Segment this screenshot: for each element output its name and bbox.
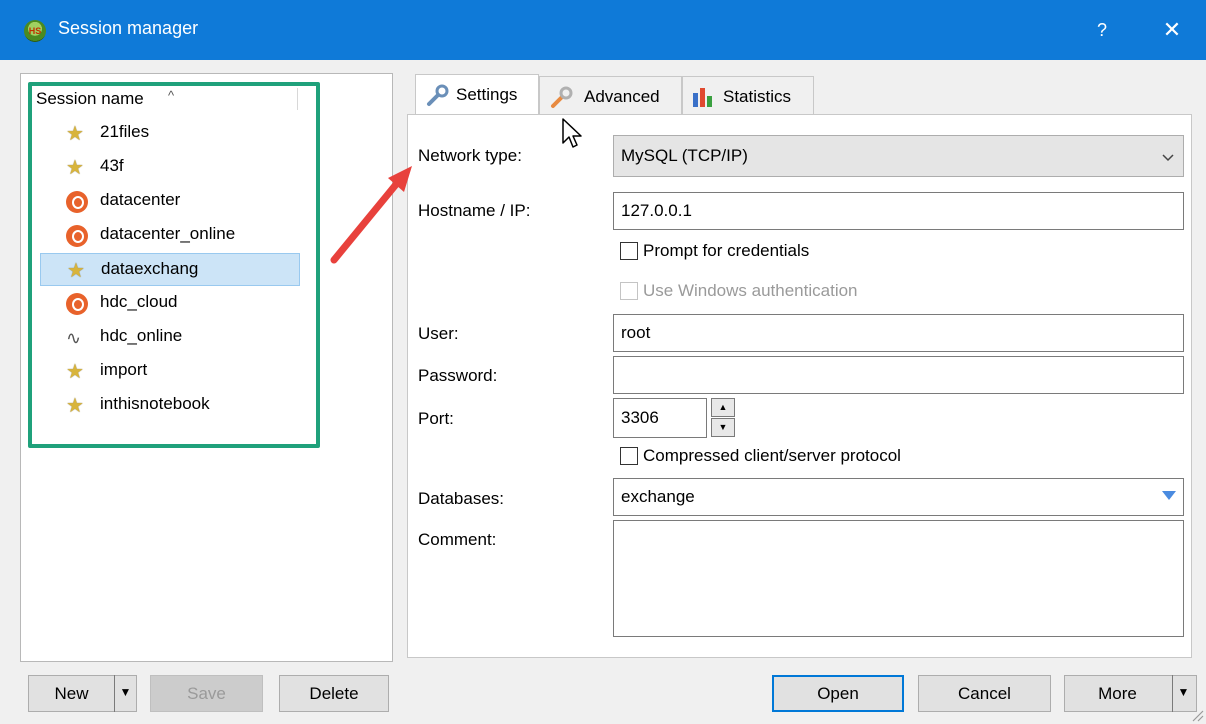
user-input[interactable]: root xyxy=(613,314,1184,352)
new-dropdown-arrow-icon[interactable]: ▼ xyxy=(114,675,136,712)
network-type-value: MySQL (TCP/IP) xyxy=(621,146,748,165)
help-button[interactable]: ? xyxy=(1086,14,1118,46)
databases-value: exchange xyxy=(621,487,695,506)
comment-textarea[interactable] xyxy=(613,520,1184,637)
comment-label: Comment: xyxy=(418,530,497,549)
window-title: Session manager xyxy=(58,18,199,38)
open-button[interactable]: Open xyxy=(772,675,904,712)
tab-statistics-label: Statistics xyxy=(723,87,792,106)
resize-grip-icon[interactable] xyxy=(1190,708,1204,722)
prompt-credentials-checkbox[interactable] xyxy=(620,242,638,260)
port-value: 3306 xyxy=(621,408,659,427)
cancel-button[interactable]: Cancel xyxy=(918,675,1051,712)
tab-advanced[interactable]: Advanced xyxy=(539,76,682,115)
compressed-protocol-checkbox[interactable] xyxy=(620,447,638,465)
network-type-select[interactable]: MySQL (TCP/IP) xyxy=(613,135,1184,177)
spin-down-button[interactable]: ▼ xyxy=(711,418,735,437)
port-label: Port: xyxy=(418,409,454,428)
tab-statistics[interactable]: Statistics xyxy=(682,76,814,115)
save-button: Save xyxy=(150,675,263,712)
close-button[interactable]: ✕ xyxy=(1156,14,1188,46)
windows-auth-checkbox xyxy=(620,282,638,300)
wrench-icon xyxy=(427,84,449,106)
port-input[interactable]: 3306 xyxy=(613,398,707,438)
network-type-label: Network type: xyxy=(418,146,522,165)
annotation-arrow-icon xyxy=(330,166,412,264)
tab-advanced-label: Advanced xyxy=(584,87,660,106)
password-input[interactable] xyxy=(613,356,1184,394)
port-spinner[interactable]: ▲ ▼ xyxy=(711,398,735,438)
delete-button[interactable]: Delete xyxy=(279,675,389,712)
chevron-down-icon xyxy=(1162,154,1174,162)
compressed-protocol-label: Compressed client/server protocol xyxy=(643,446,901,465)
mouse-cursor-icon xyxy=(562,118,582,148)
more-dropdown-arrow-icon[interactable]: ▼ xyxy=(1172,675,1194,712)
databases-label: Databases: xyxy=(418,489,504,508)
annotation-highlight-box xyxy=(28,82,320,448)
new-button-label: New xyxy=(54,684,89,703)
wrench-orange-icon xyxy=(551,86,573,108)
dropdown-triangle-icon[interactable] xyxy=(1161,489,1177,503)
tab-settings-label: Settings xyxy=(456,85,518,104)
password-label: Password: xyxy=(418,366,498,385)
new-button[interactable]: New ▼ xyxy=(28,675,137,712)
tab-settings[interactable]: Settings xyxy=(415,74,539,115)
bar-chart-icon xyxy=(693,88,712,107)
windows-auth-label: Use Windows authentication xyxy=(643,281,858,300)
databases-combobox[interactable]: exchange xyxy=(613,478,1184,516)
app-logo-icon: HS xyxy=(24,20,46,42)
hostname-input[interactable]: 127.0.0.1 xyxy=(613,192,1184,230)
prompt-credentials-label: Prompt for credentials xyxy=(643,241,810,260)
hostname-value: 127.0.0.1 xyxy=(621,201,692,220)
user-value: root xyxy=(621,323,651,342)
more-button-label: More xyxy=(1098,684,1137,703)
more-button[interactable]: More ▼ xyxy=(1064,675,1197,712)
spin-up-button[interactable]: ▲ xyxy=(711,398,735,417)
user-label: User: xyxy=(418,324,459,343)
hostname-label: Hostname / IP: xyxy=(418,201,531,220)
